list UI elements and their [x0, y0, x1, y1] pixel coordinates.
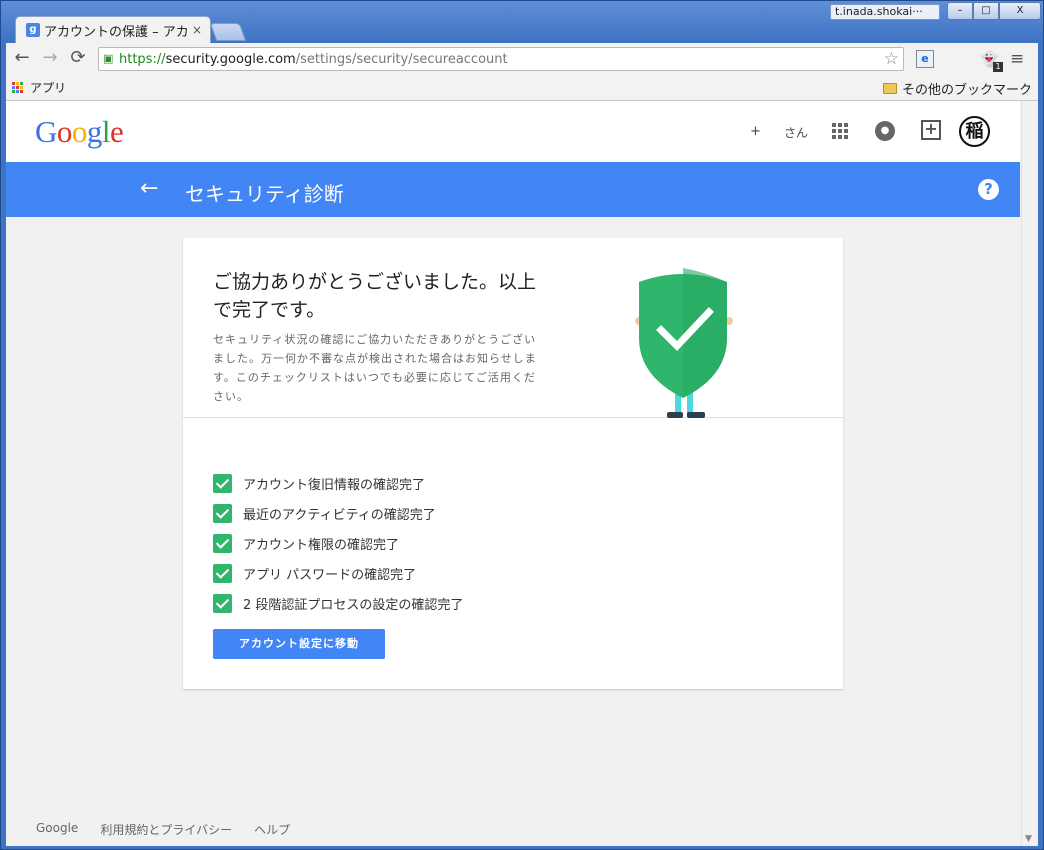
window-maximize-button[interactable]: □ [973, 2, 999, 20]
logo-letter: l [101, 114, 111, 149]
apps-grid-dot [16, 81, 19, 85]
forward-arrow-icon[interactable]: → [38, 47, 62, 71]
address-bar[interactable]: ▣ https:// security.google.com /settings… [98, 47, 904, 71]
logo-letter: g [86, 114, 103, 149]
url-scheme: https:// [119, 51, 166, 67]
logo-letter: G [35, 114, 57, 149]
checklist-item-label: 最近のアクティビティの確認完了 [243, 507, 436, 523]
figure-left-shoe [667, 412, 683, 418]
checklist-item-label: アプリ パスワードの確認完了 [243, 567, 417, 583]
checklist-item: アプリ パスワードの確認完了 [213, 558, 713, 588]
apps-grid-icon[interactable] [12, 81, 24, 94]
apps-grid-dot [12, 90, 15, 94]
apps-grid-dot [12, 85, 15, 89]
checklist-item-label: アカウント権限の確認完了 [243, 537, 400, 553]
chrome-menu-icon[interactable]: ≡ [1010, 50, 1024, 68]
checkbox-checked-icon [213, 533, 232, 553]
checklist: アカウント復旧情報の確認完了 最近のアクティビティの確認完了 アカウント権限の確認完… [213, 468, 713, 618]
browser-tab-active[interactable]: g アカウントの保護 – アカ × [15, 16, 211, 43]
page-header-bar: ← セキュリティ診断 ? [6, 162, 1020, 217]
tab-close-icon[interactable]: × [190, 23, 204, 37]
extension-badge: 1 [993, 62, 1003, 72]
url-host: security.google.com [165, 51, 296, 67]
google-logo[interactable]: Google [35, 114, 124, 150]
avatar[interactable]: 稲 [959, 116, 990, 147]
ghostery-extension-icon[interactable]: 👻 1 [980, 50, 1003, 72]
shield-check-illustration [635, 268, 733, 418]
completion-card: ご協力ありがとうございました。以上で完了です。 セキュリティ状況の確認にご協力い… [183, 238, 843, 689]
lock-icon: ▣ [103, 52, 114, 65]
checklist-item-label: アカウント復旧情報の確認完了 [243, 477, 426, 493]
bookmark-star-icon[interactable]: ☆ [884, 49, 899, 69]
new-tab-button[interactable] [209, 23, 247, 41]
checklist-item: アカウント復旧情報の確認完了 [213, 468, 713, 498]
footer-link[interactable]: Google [36, 821, 78, 838]
checklist-item: アカウント権限の確認完了 [213, 528, 713, 558]
title-bar: g アカウントの保護 – アカ × t.inada.shokai··· – □ … [1, 1, 1043, 43]
logo-letter: o [56, 114, 73, 149]
card-heading: ご協力ありがとうございました。以上で完了です。 [213, 271, 537, 321]
logo-letter: e [110, 114, 124, 149]
checkbox-checked-icon [213, 563, 232, 583]
account-settings-button[interactable]: アカウント設定に移動 [213, 629, 385, 659]
reload-icon[interactable]: ⟳ [66, 47, 90, 71]
figure-right-shoe [687, 412, 705, 418]
url-path: /settings/security/secureaccount [295, 51, 508, 67]
card-description: セキュリティ状況の確認にご協力いただきありがとうございました。万一何か不審な点が… [213, 333, 537, 403]
footer: Google 利用規約とプライバシー ヘルプ [36, 821, 312, 838]
checklist-item-label: 2 段階認証プロセスの設定の確認完了 [243, 597, 464, 613]
apps-launcher-icon[interactable] [832, 123, 848, 139]
page-title: セキュリティ診断 [185, 182, 344, 206]
notification-bell-icon[interactable]: ● [875, 121, 895, 141]
share-plus-icon[interactable]: + [921, 120, 941, 140]
vertical-scrollbar[interactable]: ▼ [1021, 101, 1038, 846]
scroll-down-arrow-icon[interactable]: ▼ [1025, 834, 1032, 844]
back-arrow-icon[interactable]: ← [10, 47, 34, 71]
help-icon[interactable]: ? [978, 179, 999, 200]
tab-title: アカウントの保護 – アカ [44, 24, 189, 40]
google-header: Google + さん ● + 稲 [6, 101, 1020, 162]
apps-grid-dot [20, 85, 23, 89]
footer-link[interactable]: ヘルプ [254, 821, 290, 838]
apps-grid-dot [12, 81, 15, 85]
header-plus-link[interactable]: + [750, 124, 761, 139]
bookmarks-bar: アプリ その他のブックマーク [6, 75, 1038, 101]
window-minimize-button[interactable]: – [947, 2, 973, 20]
google-favicon-icon: g [26, 23, 40, 37]
browser-window: g アカウントの保護 – アカ × t.inada.shokai··· – □ … [0, 0, 1044, 850]
other-bookmarks[interactable]: その他のブックマーク [882, 79, 1032, 98]
back-arrow-icon[interactable]: ← [140, 175, 158, 203]
bookmark-apps[interactable]: アプリ [30, 79, 66, 96]
logo-letter: o [71, 114, 88, 149]
apps-grid-dot [20, 81, 23, 85]
checkbox-checked-icon [213, 473, 232, 493]
page-viewport: Google + さん ● + 稲 ← セキュリティ診断 ? ご協力ありがとうご… [6, 101, 1038, 846]
footer-link[interactable]: 利用規約とプライバシー [100, 821, 232, 838]
other-bookmarks-label: その他のブックマーク [901, 83, 1032, 98]
apps-grid-dot [16, 85, 19, 89]
checkbox-checked-icon [213, 593, 232, 613]
card-header-section: ご協力ありがとうございました。以上で完了です。 セキュリティ状況の確認にご協力い… [183, 238, 843, 418]
profile-name-badge[interactable]: t.inada.shokai··· [830, 4, 940, 20]
apps-grid-dot [20, 90, 23, 94]
checklist-item: 2 段階認証プロセスの設定の確認完了 [213, 588, 713, 618]
ie-tab-extension-icon[interactable]: e [916, 50, 934, 68]
checklist-item: 最近のアクティビティの確認完了 [213, 498, 713, 528]
window-close-button[interactable]: X [999, 2, 1041, 20]
browser-toolbar: ← → ⟳ ▣ https:// security.google.com /se… [6, 43, 1038, 75]
checkbox-checked-icon [213, 503, 232, 523]
header-user-name[interactable]: さん [784, 124, 808, 141]
folder-icon [882, 83, 897, 94]
apps-grid-dot [16, 90, 19, 94]
